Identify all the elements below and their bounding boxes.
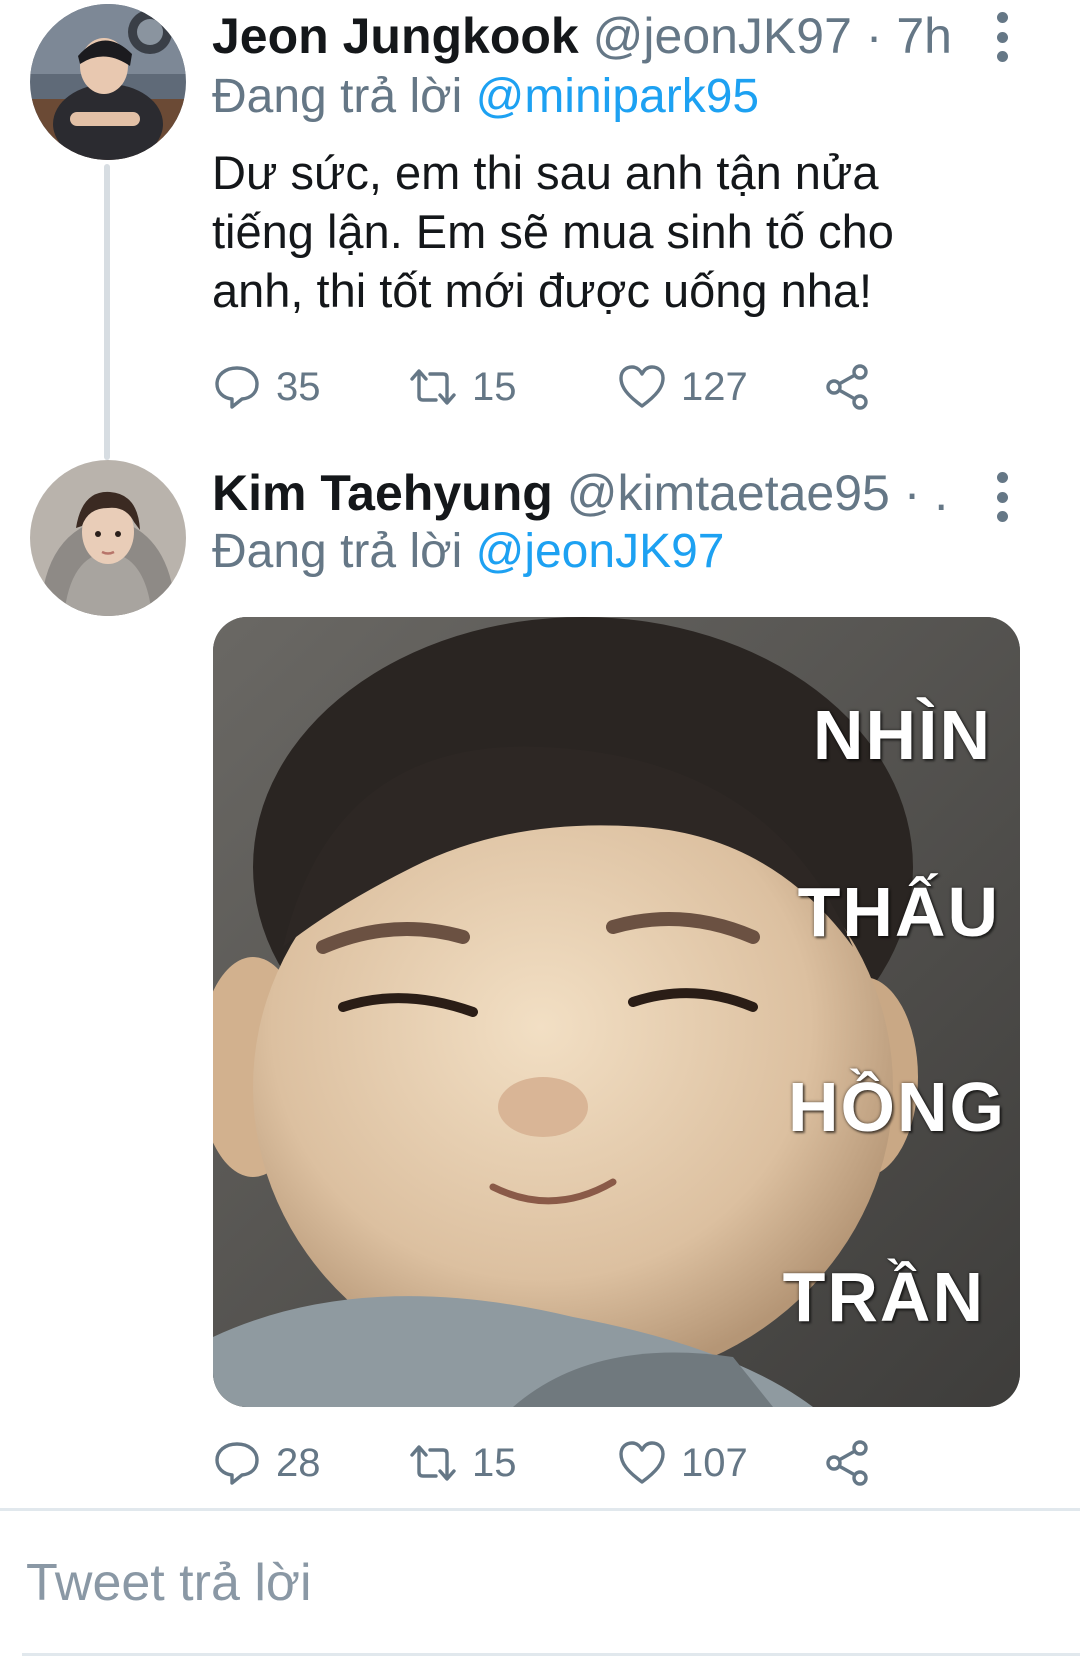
- reply-bubble-icon: [215, 1442, 259, 1485]
- like-count: 107: [681, 1440, 748, 1485]
- share-icon: [826, 1440, 868, 1486]
- avatar-taehyung: [30, 460, 186, 616]
- handle-and-time: @jeonJK97 · 7h: [592, 8, 952, 64]
- reply-button[interactable]: 28: [212, 1433, 321, 1493]
- replying-to-label: Đang trả lời: [212, 525, 463, 578]
- tweet[interactable]: Jeon Jungkook @jeonJK97 · 7h Đang trả lờ…: [0, 0, 1080, 460]
- reply-bubble-icon: [215, 366, 259, 409]
- more-vertical-icon[interactable]: [990, 12, 1014, 62]
- retweet-icon: [410, 369, 456, 405]
- handle-and-time: @kimtaetae95 · ...: [566, 465, 952, 521]
- replying-to: Đang trả lời @minipark95: [212, 65, 759, 129]
- replying-to-mention[interactable]: @minipark95: [476, 70, 760, 123]
- reply-composer-placeholder: Tweet trả lời: [26, 1554, 312, 1612]
- replying-to-mention[interactable]: @jeonJK97: [476, 525, 725, 578]
- avatar[interactable]: [30, 460, 186, 616]
- thread-connector: [104, 164, 110, 460]
- share-button[interactable]: [822, 357, 872, 417]
- tweet-thread-page: Jeon Jungkook @jeonJK97 · 7h Đang trả lờ…: [0, 0, 1080, 1659]
- meme-caption-word: THẤU: [797, 873, 1000, 951]
- heart-icon: [619, 365, 665, 408]
- avatar-jungkook: [30, 4, 186, 160]
- tweet-actions: 28 15 107: [212, 1433, 892, 1493]
- retweet-count: 15: [472, 364, 517, 409]
- reply-button[interactable]: 35: [212, 357, 321, 417]
- reply-count: 28: [276, 1440, 321, 1485]
- meme-caption-word: HỒNG: [788, 1068, 1006, 1146]
- retweet-count: 15: [472, 1440, 517, 1485]
- tweet-header: Jeon Jungkook @jeonJK97 · 7h: [212, 4, 952, 68]
- display-name[interactable]: Kim Taehyung: [212, 465, 553, 521]
- retweet-button[interactable]: 15: [408, 1433, 517, 1493]
- reply-count: 35: [276, 364, 321, 409]
- meme-caption-word: NHÌN: [812, 696, 992, 774]
- like-button[interactable]: 127: [617, 357, 748, 417]
- tweet-header: Kim Taehyung @kimtaetae95 · ...: [212, 461, 952, 525]
- avatar[interactable]: [30, 4, 186, 160]
- retweet-icon: [410, 1445, 456, 1481]
- replying-to: Đang trả lời @jeonJK97: [212, 520, 724, 584]
- heart-icon: [619, 1441, 665, 1484]
- reply-composer-input[interactable]: Tweet trả lời: [0, 1511, 1080, 1655]
- share-button[interactable]: [822, 1433, 872, 1493]
- share-icon: [826, 364, 868, 410]
- tweet-actions: 35 15 127: [212, 357, 892, 417]
- like-count: 127: [681, 364, 748, 409]
- replying-to-label: Đang trả lời: [212, 70, 463, 123]
- divider: [22, 1653, 1080, 1656]
- display-name[interactable]: Jeon Jungkook: [212, 8, 579, 64]
- like-button[interactable]: 107: [617, 1433, 748, 1493]
- retweet-button[interactable]: 15: [408, 357, 517, 417]
- tweet-media-image[interactable]: NHÌN THẤU HỒNG TRẦN: [213, 617, 1020, 1407]
- more-vertical-icon[interactable]: [990, 472, 1014, 522]
- tweet-text: Dư sức, em thi sau anh tận nửa tiếng lận…: [212, 146, 894, 317]
- tweet[interactable]: Kim Taehyung @kimtaetae95 · ... Đang trả…: [0, 450, 1080, 1505]
- meme-caption-word: TRẦN: [782, 1258, 985, 1336]
